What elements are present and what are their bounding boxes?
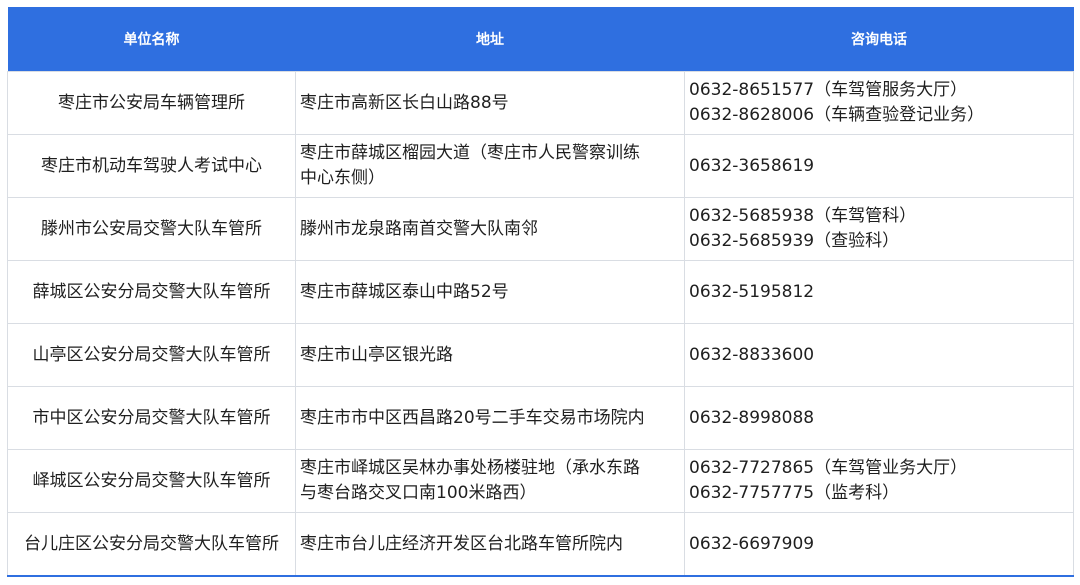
address-line: 枣庄市峄城区吴林办事处杨楼驻地（承水东路 — [300, 458, 640, 478]
unit-name-cell: 峄城区公安分局交警大队车管所 — [7, 449, 296, 513]
phone-cell: 0632-6697909 — [684, 512, 1074, 577]
address-cell: 枣庄市高新区长白山路88号 — [295, 71, 685, 135]
table-header: 单位名称 地址 咨询电话 — [7, 7, 1074, 72]
phone-cell: 0632-3658619 — [684, 134, 1074, 198]
address-cell: 枣庄市山亭区银光路 — [295, 323, 685, 387]
unit-name-cell: 山亭区公安分局交警大队车管所 — [7, 323, 296, 387]
phone-line: 0632-7727865（车驾管业务大厅） — [689, 458, 968, 478]
address-cell: 枣庄市薛城区泰山中路52号 — [295, 260, 685, 324]
header-address: 地址 — [295, 7, 685, 72]
table-row: 滕州市公安局交警大队车管所 滕州市龙泉路南首交警大队南邻 0632-568593… — [7, 197, 1074, 261]
unit-name-cell: 台儿庄区公安分局交警大队车管所 — [7, 512, 296, 577]
table-row: 山亭区公安分局交警大队车管所 枣庄市山亭区银光路 0632-8833600 — [7, 323, 1074, 387]
address-line: 枣庄市市中区西昌路20号二手车交易市场院内 — [300, 407, 645, 428]
unit-name-cell: 薛城区公安分局交警大队车管所 — [7, 260, 296, 324]
phone-cell: 0632-5195812 — [684, 260, 1074, 324]
phone-line: 0632-3658619 — [689, 155, 815, 176]
unit-name: 薛城区公安分局交警大队车管所 — [32, 281, 271, 302]
phone-cell: 0632-7727865（车驾管业务大厅） 0632-7757775（监考科） — [684, 449, 1074, 513]
unit-name: 峄城区公安分局交警大队车管所 — [32, 470, 271, 491]
phone-line: 0632-7757775（监考科） — [689, 483, 900, 503]
table-row: 峄城区公安分局交警大队车管所 枣庄市峄城区吴林办事处杨楼驻地（承水东路 与枣台路… — [7, 449, 1074, 513]
address-line: 滕州市龙泉路南首交警大队南邻 — [300, 218, 538, 239]
address-cell: 枣庄市台儿庄经济开发区台北路车管所院内 — [295, 512, 685, 577]
address-line: 与枣台路交叉口南100米路西） — [300, 483, 537, 503]
unit-name-cell: 市中区公安分局交警大队车管所 — [7, 386, 296, 450]
contact-table: 单位名称 地址 咨询电话 枣庄市公安局车辆管理所 枣庄市高新区长白山路88号 0… — [7, 7, 1074, 577]
table-row: 市中区公安分局交警大队车管所 枣庄市市中区西昌路20号二手车交易市场院内 063… — [7, 386, 1074, 450]
contact-table-container: 单位名称 地址 咨询电话 枣庄市公安局车辆管理所 枣庄市高新区长白山路88号 0… — [7, 7, 1074, 577]
unit-name: 山亭区公安分局交警大队车管所 — [32, 344, 271, 365]
phone-cell: 0632-8998088 — [684, 386, 1074, 450]
address-cell: 枣庄市峄城区吴林办事处杨楼驻地（承水东路 与枣台路交叉口南100米路西） — [295, 449, 685, 513]
header-phone: 咨询电话 — [684, 7, 1074, 72]
address-line: 枣庄市高新区长白山路88号 — [300, 92, 509, 113]
unit-name: 滕州市公安局交警大队车管所 — [41, 218, 262, 239]
address-cell: 枣庄市薛城区榴园大道（枣庄市人民警察训练 中心东侧） — [295, 134, 685, 198]
address-cell: 滕州市龙泉路南首交警大队南邻 — [295, 197, 685, 261]
phone-cell: 0632-8651577（车驾管服务大厅） 0632-8628006（车辆查验登… — [684, 71, 1074, 135]
phone-cell: 0632-8833600 — [684, 323, 1074, 387]
unit-name-cell: 滕州市公安局交警大队车管所 — [7, 197, 296, 261]
phone-line: 0632-8998088 — [689, 407, 815, 428]
address-line: 枣庄市山亭区银光路 — [300, 344, 453, 365]
unit-name: 台儿庄区公安分局交警大队车管所 — [24, 533, 279, 554]
phone-cell: 0632-5685938（车驾管科） 0632-5685939（查验科） — [684, 197, 1074, 261]
phone-line: 0632-8651577（车驾管服务大厅） — [689, 80, 968, 100]
address-line: 中心东侧） — [300, 168, 385, 188]
phone-line: 0632-5685939（查验科） — [689, 231, 900, 251]
address-line: 枣庄市薛城区榴园大道（枣庄市人民警察训练 — [300, 143, 640, 163]
table-row: 薛城区公安分局交警大队车管所 枣庄市薛城区泰山中路52号 0632-519581… — [7, 260, 1074, 324]
address-line: 枣庄市台儿庄经济开发区台北路车管所院内 — [300, 533, 623, 554]
header-row: 单位名称 地址 咨询电话 — [7, 7, 1074, 72]
unit-name: 市中区公安分局交警大队车管所 — [32, 407, 271, 428]
phone-line: 0632-8833600 — [689, 344, 815, 365]
address-cell: 枣庄市市中区西昌路20号二手车交易市场院内 — [295, 386, 685, 450]
table-body: 枣庄市公安局车辆管理所 枣庄市高新区长白山路88号 0632-8651577（车… — [7, 71, 1074, 577]
table-row: 台儿庄区公安分局交警大队车管所 枣庄市台儿庄经济开发区台北路车管所院内 0632… — [7, 512, 1074, 577]
phone-line: 0632-8628006（车辆查验登记业务） — [689, 105, 985, 125]
unit-name-cell: 枣庄市机动车驾驶人考试中心 — [7, 134, 296, 198]
unit-name-cell: 枣庄市公安局车辆管理所 — [7, 71, 296, 135]
phone-line: 0632-5195812 — [689, 281, 815, 302]
address-line: 枣庄市薛城区泰山中路52号 — [300, 281, 509, 302]
phone-line: 0632-6697909 — [689, 533, 815, 554]
unit-name: 枣庄市机动车驾驶人考试中心 — [41, 155, 262, 176]
unit-name: 枣庄市公安局车辆管理所 — [58, 92, 245, 113]
table-row: 枣庄市公安局车辆管理所 枣庄市高新区长白山路88号 0632-8651577（车… — [7, 71, 1074, 135]
header-unit-name: 单位名称 — [7, 7, 296, 72]
phone-line: 0632-5685938（车驾管科） — [689, 206, 917, 226]
table-row: 枣庄市机动车驾驶人考试中心 枣庄市薛城区榴园大道（枣庄市人民警察训练 中心东侧）… — [7, 134, 1074, 198]
